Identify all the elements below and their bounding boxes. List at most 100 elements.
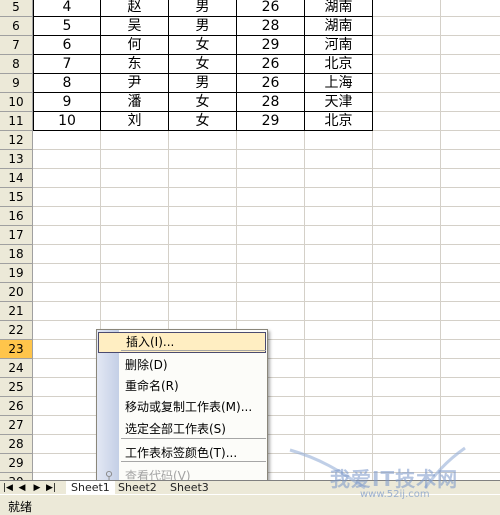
table-cell[interactable]: 29: [237, 36, 305, 55]
table-cell[interactable]: [373, 397, 441, 416]
table-cell[interactable]: [33, 473, 101, 480]
row-header[interactable]: 13: [0, 150, 33, 169]
table-cell[interactable]: [441, 302, 500, 321]
table-cell[interactable]: [101, 226, 169, 245]
table-cell[interactable]: [373, 36, 441, 55]
row-header[interactable]: 9: [0, 74, 33, 93]
table-cell[interactable]: [169, 226, 237, 245]
table-cell[interactable]: [441, 17, 500, 36]
table-cell[interactable]: [33, 188, 101, 207]
table-cell[interactable]: [441, 226, 500, 245]
row-header[interactable]: 20: [0, 283, 33, 302]
table-cell[interactable]: [101, 188, 169, 207]
table-cell[interactable]: [33, 378, 101, 397]
table-cell[interactable]: [305, 150, 373, 169]
table-cell[interactable]: 女: [169, 36, 237, 55]
table-cell[interactable]: [101, 207, 169, 226]
row-header[interactable]: 28: [0, 435, 33, 454]
row-header[interactable]: 10: [0, 93, 33, 112]
table-cell[interactable]: [441, 378, 500, 397]
table-cell[interactable]: [373, 378, 441, 397]
table-cell[interactable]: [33, 226, 101, 245]
table-cell[interactable]: [441, 435, 500, 454]
table-cell[interactable]: [169, 207, 237, 226]
row-header[interactable]: 18: [0, 245, 33, 264]
row-header[interactable]: 21: [0, 302, 33, 321]
table-cell[interactable]: [373, 283, 441, 302]
table-cell[interactable]: [169, 264, 237, 283]
table-cell[interactable]: 9: [33, 93, 101, 112]
row-header[interactable]: 22: [0, 321, 33, 340]
table-cell[interactable]: [33, 454, 101, 473]
row-header[interactable]: 8: [0, 55, 33, 74]
table-cell[interactable]: [441, 416, 500, 435]
row-header[interactable]: 26: [0, 397, 33, 416]
tab-sheet2[interactable]: Sheet2: [113, 481, 162, 494]
table-cell[interactable]: [305, 169, 373, 188]
next-sheet-icon[interactable]: ▶: [31, 482, 43, 494]
table-cell[interactable]: [441, 207, 500, 226]
table-cell[interactable]: 8: [33, 74, 101, 93]
table-cell[interactable]: [441, 55, 500, 74]
table-cell[interactable]: [305, 340, 373, 359]
table-cell[interactable]: [441, 36, 500, 55]
table-cell[interactable]: 4: [33, 0, 101, 17]
table-cell[interactable]: 26: [237, 0, 305, 17]
table-cell[interactable]: [169, 283, 237, 302]
table-cell[interactable]: [305, 207, 373, 226]
row-header[interactable]: 30: [0, 473, 33, 480]
table-cell[interactable]: [101, 131, 169, 150]
table-cell[interactable]: 29: [237, 112, 305, 131]
table-cell[interactable]: [101, 302, 169, 321]
row-header[interactable]: 11: [0, 112, 33, 131]
table-cell[interactable]: [305, 321, 373, 340]
table-cell[interactable]: [305, 188, 373, 207]
table-cell[interactable]: [441, 0, 500, 17]
table-cell[interactable]: 7: [33, 55, 101, 74]
table-cell[interactable]: 26: [237, 55, 305, 74]
table-cell[interactable]: [373, 188, 441, 207]
row-header[interactable]: 23: [0, 340, 33, 359]
menu-item-select-all[interactable]: 选定全部工作表(S): [98, 419, 266, 440]
table-cell[interactable]: [305, 302, 373, 321]
table-cell[interactable]: [441, 93, 500, 112]
table-cell[interactable]: [373, 321, 441, 340]
table-cell[interactable]: [305, 359, 373, 378]
table-cell[interactable]: [33, 340, 101, 359]
row-header[interactable]: 29: [0, 454, 33, 473]
table-cell[interactable]: [33, 283, 101, 302]
table-cell[interactable]: [33, 207, 101, 226]
table-cell[interactable]: 男: [169, 17, 237, 36]
tab-sheet1[interactable]: Sheet1: [66, 481, 115, 494]
table-cell[interactable]: 28: [237, 17, 305, 36]
table-cell[interactable]: 28: [237, 93, 305, 112]
table-cell[interactable]: 赵: [101, 0, 169, 17]
table-cell[interactable]: [169, 169, 237, 188]
table-cell[interactable]: [33, 131, 101, 150]
table-cell[interactable]: [373, 359, 441, 378]
table-cell[interactable]: [237, 207, 305, 226]
row-header[interactable]: 5: [0, 0, 33, 17]
table-cell[interactable]: [373, 17, 441, 36]
table-cell[interactable]: 北京: [305, 55, 373, 74]
table-cell[interactable]: [237, 283, 305, 302]
menu-item-delete[interactable]: 删除(D): [98, 355, 266, 376]
table-cell[interactable]: [101, 245, 169, 264]
table-cell[interactable]: [305, 226, 373, 245]
table-cell[interactable]: [373, 207, 441, 226]
table-cell[interactable]: [373, 340, 441, 359]
table-cell[interactable]: [101, 150, 169, 169]
row-header[interactable]: 15: [0, 188, 33, 207]
table-cell[interactable]: [373, 0, 441, 17]
row-header[interactable]: 17: [0, 226, 33, 245]
row-header[interactable]: 7: [0, 36, 33, 55]
table-cell[interactable]: 男: [169, 0, 237, 17]
row-header[interactable]: 14: [0, 169, 33, 188]
table-cell[interactable]: [441, 74, 500, 93]
table-cell[interactable]: 女: [169, 55, 237, 74]
prev-sheet-icon[interactable]: ◀: [16, 482, 28, 494]
table-cell[interactable]: 湖南: [305, 0, 373, 17]
table-cell[interactable]: [237, 264, 305, 283]
table-cell[interactable]: [237, 188, 305, 207]
table-cell[interactable]: 上海: [305, 74, 373, 93]
